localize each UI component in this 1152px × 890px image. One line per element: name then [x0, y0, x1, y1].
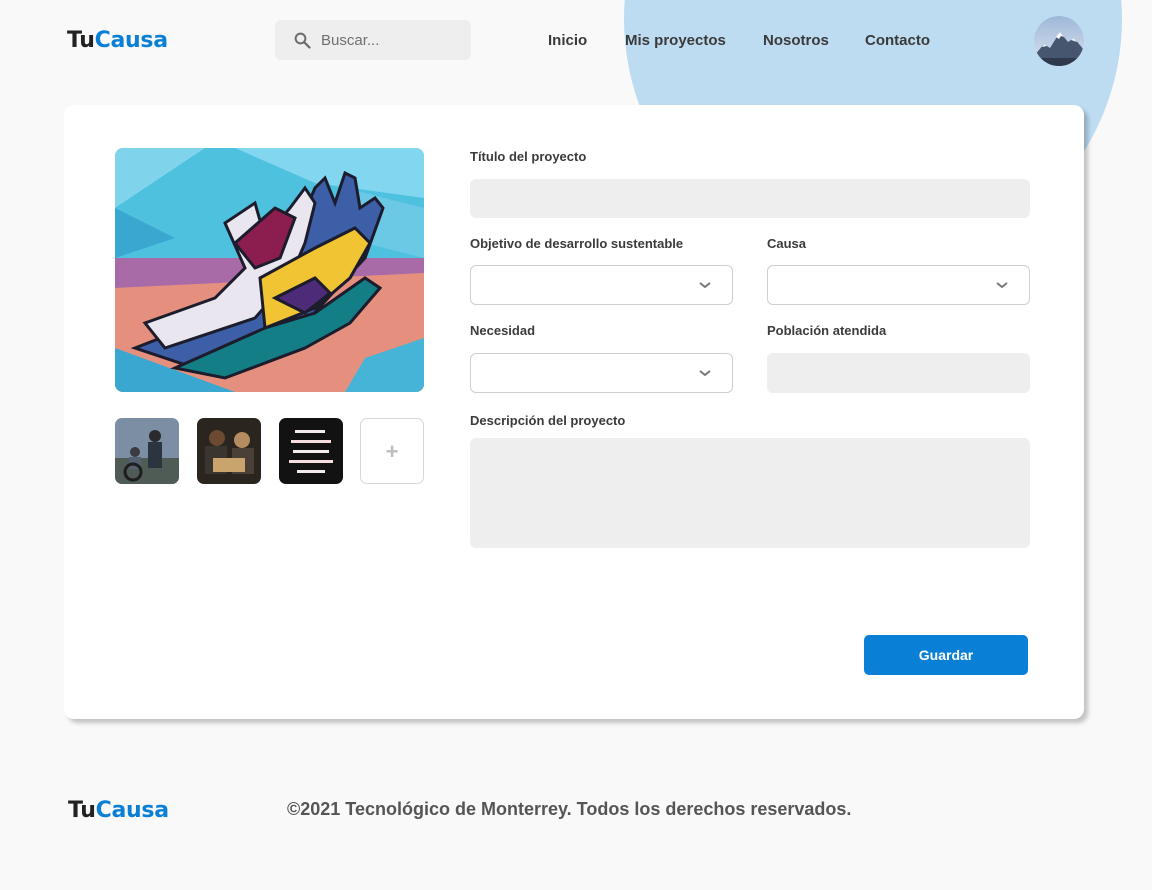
footer-logo[interactable]: TuCausa	[68, 798, 169, 823]
save-button[interactable]: Guardar	[864, 635, 1028, 675]
avatar-mountain-icon	[1034, 16, 1084, 66]
ods-select[interactable]	[470, 265, 733, 305]
search-input[interactable]	[321, 28, 461, 52]
description-textarea[interactable]	[470, 438, 1030, 548]
cause-label: Causa	[767, 236, 807, 251]
project-form-card: + Título del proyecto Objetivo de desarr…	[64, 105, 1084, 719]
user-avatar[interactable]	[1034, 16, 1084, 66]
population-input[interactable]	[767, 353, 1030, 393]
description-label: Descripción del proyecto	[470, 413, 626, 428]
search-box[interactable]	[275, 20, 471, 60]
nav-contacto[interactable]: Contacto	[865, 32, 930, 49]
logo-part-causa: Causa	[94, 28, 168, 53]
add-image-button[interactable]: +	[360, 418, 424, 484]
copyright-text: ©2021 Tecnológico de Monterrey. Todos lo…	[287, 799, 852, 819]
wheelchair-photo-icon	[115, 418, 179, 484]
chevron-down-icon	[699, 282, 711, 289]
thumbnail-3[interactable]	[279, 418, 343, 484]
chevron-down-icon	[699, 370, 711, 377]
logo-part-causa: Causa	[95, 798, 169, 823]
cause-select[interactable]	[767, 265, 1030, 305]
neon-sign-photo-icon	[279, 418, 343, 484]
people-sign-photo-icon	[197, 418, 261, 484]
population-label: Población atendida	[767, 323, 887, 338]
nav-nosotros[interactable]: Nosotros	[763, 32, 829, 49]
header-logo[interactable]: TuCausa	[67, 28, 168, 53]
thumbnail-2[interactable]	[197, 418, 261, 484]
project-main-image[interactable]	[115, 148, 424, 392]
nav-inicio[interactable]: Inicio	[548, 32, 587, 49]
nav-mis-proyectos[interactable]: Mis proyectos	[625, 32, 726, 49]
need-label: Necesidad	[470, 323, 536, 338]
need-select[interactable]	[470, 353, 733, 393]
title-label: Título del proyecto	[470, 149, 587, 164]
title-input[interactable]	[470, 179, 1030, 218]
thumbnail-1[interactable]	[115, 418, 179, 484]
mural-hands-image-icon	[115, 148, 424, 392]
chevron-down-icon	[996, 282, 1008, 289]
search-icon	[294, 32, 311, 49]
logo-part-tu: Tu	[68, 798, 96, 823]
ods-label: Objetivo de desarrollo sustentable	[470, 236, 684, 251]
logo-part-tu: Tu	[67, 28, 95, 53]
plus-icon: +	[385, 439, 399, 464]
